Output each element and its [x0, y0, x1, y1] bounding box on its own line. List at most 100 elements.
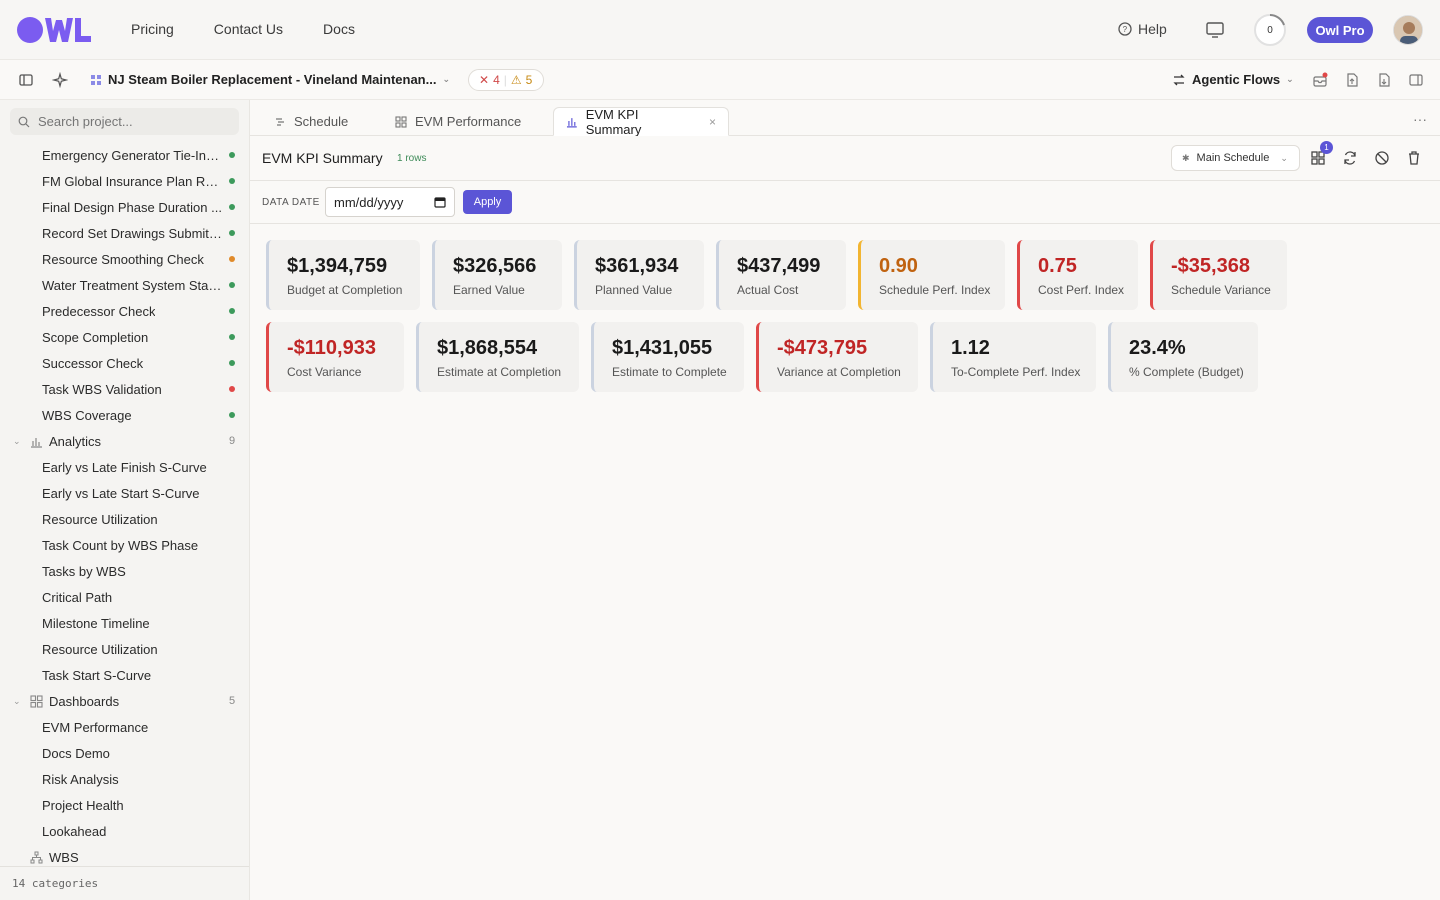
more-options-icon[interactable]: ···	[1413, 111, 1427, 127]
warning-icon: ⚠	[510, 73, 522, 87]
kpi-value: -$473,795	[777, 337, 868, 359]
schedule-select[interactable]: ✱ Main Schedule ⌄	[1171, 145, 1300, 171]
kpi-value: $1,431,055	[612, 337, 713, 359]
list-item[interactable]: Water Treatment System Star...	[0, 272, 249, 298]
status-dot	[229, 412, 235, 418]
list-item[interactable]: Risk Analysis	[0, 766, 249, 792]
list-item[interactable]: Docs Demo	[0, 740, 249, 766]
bar-chart-icon	[31, 437, 42, 448]
kpi-caption: Actual Cost	[737, 283, 799, 297]
kpi-card-planned-value: $361,934 Planned Value	[574, 240, 704, 310]
kpi-value: $1,394,759	[287, 255, 388, 277]
kpi-card-to-complete-perf-index: 1.12 To-Complete Perf. Index	[930, 322, 1096, 392]
page-title: EVM KPI Summary	[262, 150, 383, 166]
inbox-icon[interactable]	[1312, 72, 1328, 88]
status-dot	[229, 204, 235, 210]
kpi-value: $326,566	[453, 255, 537, 277]
kpi-card-estimate-at-completion: $1,868,554 Estimate at Completion	[416, 322, 579, 392]
kpi-caption: Planned Value	[595, 283, 673, 297]
nav-contact-us[interactable]: Contact Us	[214, 21, 283, 37]
trash-icon[interactable]	[1406, 150, 1422, 166]
error-count: 4	[493, 73, 500, 87]
tab-bar: Schedule EVM Performance EVM KPI Summary…	[250, 100, 1440, 137]
list-item[interactable]: Task Start S-Curve	[0, 662, 249, 688]
user-avatar[interactable]	[1393, 15, 1423, 45]
kpi-caption: Estimate to Complete	[612, 365, 727, 379]
search-input[interactable]	[38, 114, 228, 129]
close-tab-icon[interactable]: ×	[709, 115, 716, 129]
project-sidebar: Emergency Generator Tie-In f... FM Globa…	[0, 100, 250, 900]
project-grid-icon	[91, 74, 101, 85]
list-item[interactable]: Task WBS Validation	[0, 376, 249, 402]
list-item[interactable]: Resource Utilization	[0, 506, 249, 532]
apply-button[interactable]: Apply	[463, 190, 512, 214]
kpi-value: -$35,368	[1171, 255, 1250, 277]
project-selector[interactable]: NJ Steam Boiler Replacement - Vineland M…	[90, 72, 450, 87]
data-date-placeholder: mm/dd/yyyy	[334, 194, 404, 210]
list-item[interactable]: Critical Path	[0, 584, 249, 610]
category-analytics[interactable]: ⌄ Analytics 9	[0, 428, 249, 454]
agentic-flows-button[interactable]: Agentic Flows ⌄	[1172, 72, 1294, 87]
kpi-card-schedule-perf-index: 0.90 Schedule Perf. Index	[858, 240, 1005, 310]
owl-logo[interactable]	[16, 15, 92, 45]
help-icon: ?	[1118, 22, 1132, 36]
nav-pricing[interactable]: Pricing	[131, 21, 174, 37]
list-item[interactable]: Record Set Drawings Submitt...	[0, 220, 249, 246]
import-file-icon[interactable]	[1376, 72, 1392, 88]
category-count: 5	[229, 695, 236, 707]
kpi-caption: Schedule Variance	[1171, 283, 1271, 297]
data-date-label: DATA DATE	[262, 197, 320, 208]
list-item[interactable]: Emergency Generator Tie-In f...	[0, 142, 249, 168]
help-link[interactable]: ? Help	[1118, 21, 1167, 37]
kpi-card-estimate-to-complete: $1,431,055 Estimate to Complete	[591, 322, 744, 392]
status-dot	[229, 178, 235, 184]
status-dot	[229, 256, 235, 262]
owl-pro-button[interactable]: Owl Pro	[1307, 17, 1373, 43]
category-wbs[interactable]: WBS	[0, 844, 249, 866]
progress-ring[interactable]: 0	[1253, 13, 1287, 47]
tab-evm-performance[interactable]: EVM Performance	[383, 107, 533, 136]
agentic-flows-label: Agentic Flows	[1192, 72, 1281, 87]
top-nav: Pricing Contact Us Docs ? Help 0 Owl Pro	[0, 0, 1440, 60]
list-item[interactable]: Predecessor Check	[0, 298, 249, 324]
list-item[interactable]: Task Count by WBS Phase	[0, 532, 249, 558]
kpi-caption: % Complete (Budget)	[1129, 365, 1244, 379]
data-date-input[interactable]: mm/dd/yyyy	[325, 187, 455, 217]
sidebar-toggle-icon[interactable]	[18, 72, 34, 88]
list-item[interactable]: Milestone Timeline	[0, 610, 249, 636]
sparkle-icon[interactable]	[52, 72, 68, 88]
list-item[interactable]: Successor Check	[0, 350, 249, 376]
list-item[interactable]: EVM Performance	[0, 714, 249, 740]
list-item[interactable]: Resource Smoothing Check	[0, 246, 249, 272]
search-box[interactable]	[10, 108, 239, 135]
list-item[interactable]: Scope Completion	[0, 324, 249, 350]
block-icon[interactable]	[1374, 150, 1390, 166]
calendar-icon[interactable]	[434, 196, 446, 208]
kpi-card-cost-variance: -$110,933 Cost Variance	[266, 322, 404, 392]
right-panel-icon[interactable]	[1408, 72, 1424, 88]
dashboard-header: EVM KPI Summary 1 rows ✱ Main Schedule ⌄…	[250, 136, 1440, 181]
monitor-icon[interactable]	[1205, 20, 1225, 40]
list-item[interactable]: FM Global Insurance Plan Re...	[0, 168, 249, 194]
list-item[interactable]: Final Design Phase Duration ...	[0, 194, 249, 220]
list-item[interactable]: Project Health	[0, 792, 249, 818]
export-file-icon[interactable]	[1344, 72, 1360, 88]
category-dashboards[interactable]: ⌄ Dashboards 5	[0, 688, 249, 714]
refresh-icon[interactable]	[1342, 150, 1358, 166]
list-item[interactable]: WBS Coverage	[0, 402, 249, 428]
status-dot	[229, 386, 235, 392]
list-item[interactable]: Resource Utilization	[0, 636, 249, 662]
kpi-caption: Schedule Perf. Index	[879, 283, 991, 297]
tab-evm-kpi-summary[interactable]: EVM KPI Summary ×	[553, 107, 729, 137]
issues-badge[interactable]: ✕ 4 | ⚠ 5	[468, 69, 544, 91]
project-bar: NJ Steam Boiler Replacement - Vineland M…	[0, 60, 1440, 100]
nav-docs[interactable]: Docs	[323, 21, 355, 37]
nav-links: Pricing Contact Us Docs	[131, 21, 395, 37]
list-item[interactable]: Tasks by WBS	[0, 558, 249, 584]
project-title: NJ Steam Boiler Replacement - Vineland M…	[108, 72, 437, 87]
tab-schedule[interactable]: Schedule	[262, 107, 360, 136]
list-item[interactable]: Early vs Late Start S-Curve	[0, 480, 249, 506]
sidebar-footer: 14 categories	[0, 866, 249, 900]
list-item[interactable]: Lookahead	[0, 818, 249, 844]
list-item[interactable]: Early vs Late Finish S-Curve	[0, 454, 249, 480]
